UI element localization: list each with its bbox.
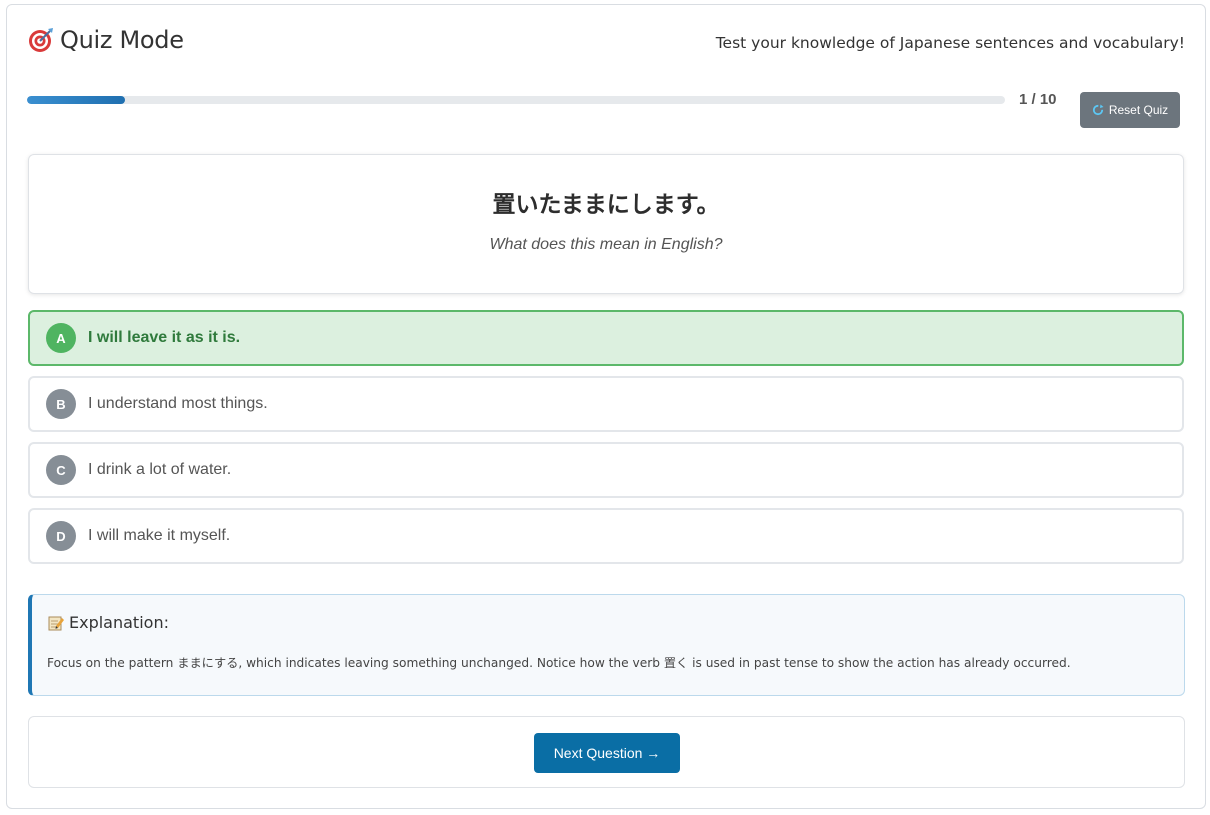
question-card: 置いたままにします。 What does this mean in Englis… xyxy=(28,154,1184,294)
refresh-icon xyxy=(1092,104,1104,116)
explanation-header: Explanation: xyxy=(48,613,169,632)
answer-option-c[interactable]: C I drink a lot of water. xyxy=(28,442,1184,498)
option-text: I drink a lot of water. xyxy=(88,461,232,478)
page-subtitle: Test your knowledge of Japanese sentence… xyxy=(715,34,1185,52)
option-text: I will leave it as it is. xyxy=(88,329,241,346)
question-prompt: What does this mean in English? xyxy=(489,236,723,253)
progress-fill xyxy=(27,96,125,104)
question-japanese: 置いたままにします。 xyxy=(492,192,720,218)
explanation-box: Explanation: Focus on the pattern ままにする,… xyxy=(28,594,1185,696)
page-title: Quiz Mode xyxy=(28,26,184,54)
option-letter: A xyxy=(46,323,76,353)
navigation-card: Next Question → xyxy=(28,716,1185,788)
option-text: I will make it myself. xyxy=(88,527,231,544)
progress-bar xyxy=(27,96,1005,104)
answer-option-b[interactable]: B I understand most things. xyxy=(28,376,1184,432)
memo-icon xyxy=(48,616,64,630)
option-letter: C xyxy=(46,455,76,485)
reset-label: Reset Quiz xyxy=(1108,103,1169,117)
title-text: Quiz Mode xyxy=(60,26,184,54)
progress-counter: 1 / 10 xyxy=(1019,91,1057,108)
explanation-title: Explanation: xyxy=(69,613,169,632)
answer-option-a[interactable]: A I will leave it as it is. xyxy=(28,310,1184,366)
target-icon xyxy=(29,28,53,52)
answer-option-d[interactable]: D I will make it myself. xyxy=(28,508,1184,564)
reset-quiz-button[interactable]: Reset Quiz xyxy=(1080,92,1180,128)
explanation-text: Focus on the pattern ままにする, which indica… xyxy=(47,656,1071,670)
quiz-header: Quiz Mode Test your knowledge of Japanes… xyxy=(28,26,1185,62)
next-question-button[interactable]: Next Question → xyxy=(534,733,680,773)
option-letter: B xyxy=(46,389,76,419)
option-text: I understand most things. xyxy=(88,395,268,412)
option-letter: D xyxy=(46,521,76,551)
